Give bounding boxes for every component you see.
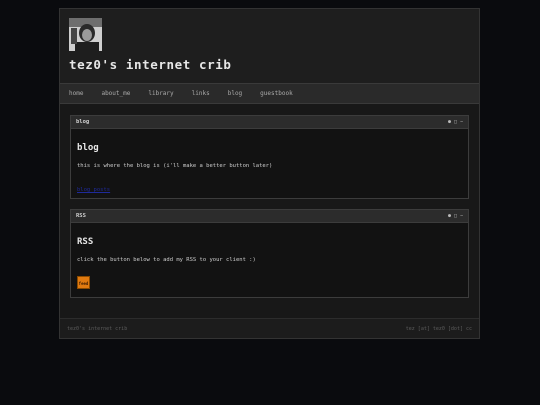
blog-description: this is where the blog is (i'll make a b…: [77, 163, 273, 169]
rss-window-body: RSS click the button below to add my RSS…: [71, 223, 468, 295]
footer-site-name: tez0's internet crib: [67, 325, 128, 332]
footer: tez0's internet crib tez [at] tez0 [dot]…: [60, 318, 479, 338]
minimize-icon[interactable]: −: [460, 119, 463, 125]
blog-window: blog ● □ − blog this is where the blog i…: [70, 115, 469, 199]
blog-window-titlebar[interactable]: blog ● □ −: [71, 116, 468, 129]
maximize-icon[interactable]: □: [454, 119, 457, 125]
blog-window-controls: ● □ −: [448, 119, 463, 125]
blog-posts-link[interactable]: blog posts: [77, 187, 110, 193]
blog-heading: blog: [77, 143, 99, 153]
rss-feed-button[interactable]: feed: [77, 276, 90, 289]
header: tez0's internet crib: [60, 9, 479, 83]
site-title: tez0's internet crib: [69, 57, 232, 72]
dot-icon[interactable]: ●: [448, 119, 451, 125]
page-container: tez0's internet crib home about_me libra…: [59, 8, 480, 339]
rss-description: click the button below to add my RSS to …: [77, 257, 256, 263]
dot-icon[interactable]: ●: [448, 213, 451, 219]
main-nav: home about_me library links blog guestbo…: [60, 83, 479, 104]
rss-heading: RSS: [77, 237, 94, 247]
footer-contact: tez [at] tez0 [dot] cc: [405, 325, 472, 332]
blog-window-body: blog this is where the blog is (i'll mak…: [71, 129, 468, 201]
avatar: [69, 18, 102, 51]
rss-window-titlebar[interactable]: RSS ● □ −: [71, 210, 468, 223]
nav-blog[interactable]: blog: [219, 90, 251, 97]
blog-window-title: blog: [76, 119, 90, 125]
nav-home[interactable]: home: [60, 90, 92, 97]
maximize-icon[interactable]: □: [454, 213, 457, 219]
main-content: blog ● □ − blog this is where the blog i…: [60, 104, 479, 318]
rss-window-title: RSS: [76, 213, 86, 219]
nav-guestbook[interactable]: guestbook: [251, 90, 302, 97]
minimize-icon[interactable]: −: [460, 213, 463, 219]
nav-library[interactable]: library: [139, 90, 182, 97]
rss-window: RSS ● □ − RSS click the button below to …: [70, 209, 469, 298]
rss-window-controls: ● □ −: [448, 213, 463, 219]
nav-about-me[interactable]: about_me: [92, 90, 139, 97]
nav-links[interactable]: links: [183, 90, 219, 97]
